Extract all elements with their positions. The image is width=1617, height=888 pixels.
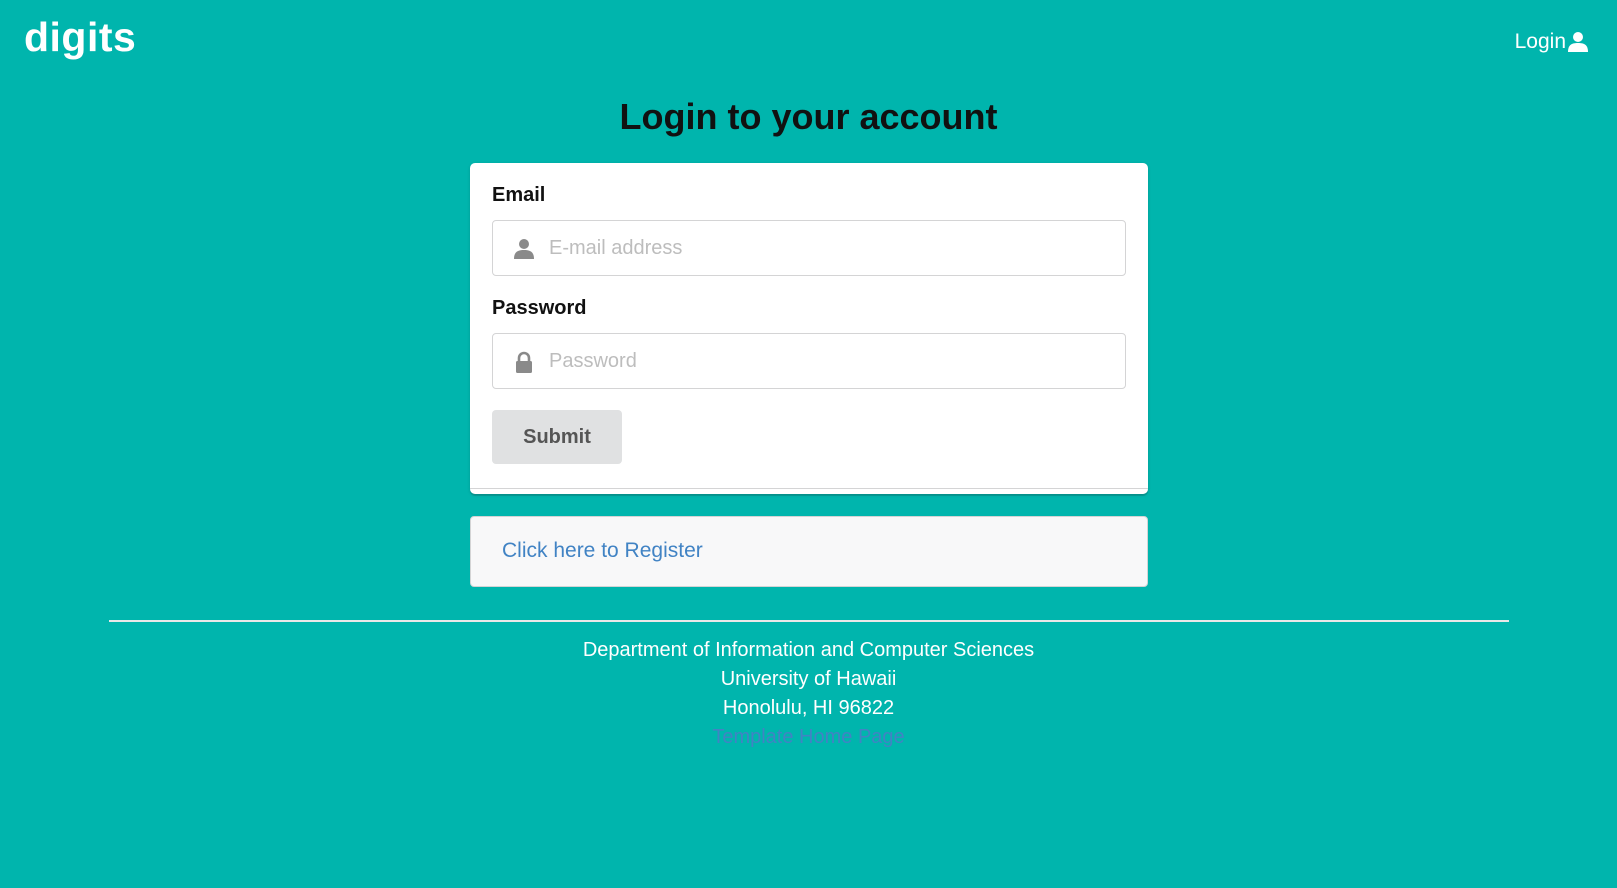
login-menu-item[interactable]: Login <box>1515 30 1589 54</box>
template-home-link[interactable]: Template Home Page <box>712 726 904 748</box>
user-icon <box>1568 32 1588 52</box>
login-form: Email Password Submit <box>470 163 1148 494</box>
email-input[interactable] <box>549 221 1109 275</box>
password-input[interactable] <box>549 334 1109 388</box>
password-field-wrapper[interactable] <box>492 333 1126 389</box>
footer-university: University of Hawaii <box>720 668 897 690</box>
login-menu-label: Login <box>1514 30 1566 53</box>
submit-button[interactable]: Submit <box>492 410 622 464</box>
user-icon <box>514 239 534 259</box>
top-navbar: digits Login <box>0 0 1617 86</box>
email-label: Email <box>492 184 546 206</box>
brand-logo[interactable]: digits <box>24 14 136 61</box>
footer-divider <box>109 620 1509 622</box>
password-label: Password <box>492 297 587 319</box>
lock-icon <box>516 351 532 373</box>
card-divider <box>470 488 1148 489</box>
footer: Department of Information and Computer S… <box>0 636 1617 752</box>
footer-address: Honolulu, HI 96822 <box>722 697 895 719</box>
footer-department: Department of Information and Computer S… <box>582 639 1035 661</box>
email-field-wrapper[interactable] <box>492 220 1126 276</box>
page-title: Login to your account <box>619 96 998 137</box>
register-message: Click here to Register <box>470 516 1148 587</box>
register-link[interactable]: Click here to Register <box>502 539 703 563</box>
